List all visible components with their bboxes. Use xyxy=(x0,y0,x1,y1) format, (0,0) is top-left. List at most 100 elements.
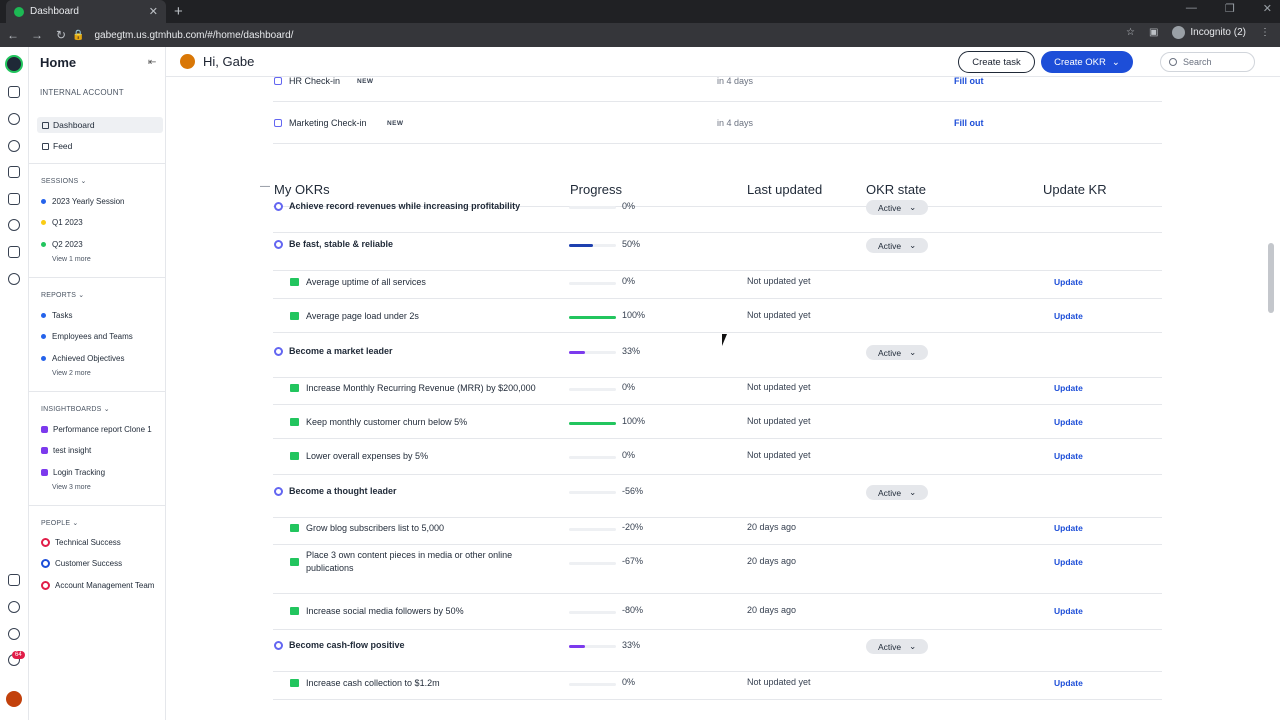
key-result-icon xyxy=(290,524,299,532)
key-result-title[interactable]: Lower overall expenses by 5% xyxy=(306,450,536,463)
sidebar-item-insightboard[interactable]: test insight xyxy=(41,446,91,455)
objective-title[interactable]: Achieve record revenues while increasing… xyxy=(289,201,520,211)
whiteboard-icon[interactable] xyxy=(8,193,20,205)
okr-state-dropdown[interactable]: Active ⌄ xyxy=(866,345,928,360)
checkin-title[interactable]: HR Check-in xyxy=(289,77,340,86)
last-updated: Not updated yet xyxy=(747,310,811,320)
progress-bar xyxy=(569,491,616,494)
user-avatar[interactable] xyxy=(6,691,22,707)
minimize-icon[interactable]: — xyxy=(1186,2,1197,15)
tasks-icon[interactable] xyxy=(8,166,20,178)
insightboards-view-more[interactable]: View 3 more xyxy=(52,484,91,491)
objective-title[interactable]: Be fast, stable & reliable xyxy=(289,239,393,249)
menu-kebab-icon[interactable]: ⋮ xyxy=(1260,27,1270,38)
sidebar-item-report[interactable]: Employees and Teams xyxy=(41,332,133,341)
update-kr-button[interactable]: Update xyxy=(1054,277,1083,287)
sidebar-item-insightboard[interactable]: Performance report Clone 1 xyxy=(41,425,152,434)
sidebar-item-session[interactable]: 2023 Yearly Session xyxy=(41,197,125,206)
collapse-okrs-icon[interactable]: — xyxy=(260,181,270,192)
insights-icon[interactable] xyxy=(8,246,20,258)
help-icon[interactable] xyxy=(8,628,20,640)
progress-bar xyxy=(569,562,616,565)
bookmark-star-icon[interactable]: ☆ xyxy=(1126,27,1135,38)
okr-state-dropdown[interactable]: Active ⌄ xyxy=(866,200,928,215)
people-icon[interactable] xyxy=(8,273,20,285)
url-field[interactable]: 🔒 gabegtm.us.gtmhub.com/#/home/dashboard… xyxy=(72,26,1152,44)
sessions-heading[interactable]: SESSIONS ⌄ xyxy=(41,177,87,185)
key-result-title[interactable]: Grow blog subscribers list to 5,000 xyxy=(306,522,536,535)
reports-heading[interactable]: REPORTS ⌄ xyxy=(41,291,84,299)
home-icon[interactable] xyxy=(8,86,20,98)
sidebar-item-session[interactable]: Q2 2023 xyxy=(41,240,83,249)
forward-icon[interactable]: → xyxy=(26,28,48,42)
divider xyxy=(29,277,166,278)
key-result-title[interactable]: Increase cash collection to $1.2m xyxy=(306,677,536,690)
okr-state-dropdown[interactable]: Active ⌄ xyxy=(866,238,928,253)
create-task-button[interactable]: Create task xyxy=(958,51,1035,73)
objective-title[interactable]: Become a market leader xyxy=(289,346,393,356)
objective-title[interactable]: Become cash-flow positive xyxy=(289,640,405,650)
update-kr-button[interactable]: Update xyxy=(1054,678,1083,688)
key-result-title[interactable]: Increase social media followers by 50% xyxy=(306,605,536,618)
settings-icon[interactable] xyxy=(8,601,20,613)
goals-icon[interactable] xyxy=(8,113,20,125)
objective-icon xyxy=(274,202,283,211)
checkin-icon xyxy=(274,77,282,85)
back-icon[interactable]: ← xyxy=(2,28,24,42)
apps-icon[interactable] xyxy=(8,574,20,586)
key-result-title[interactable]: Increase Monthly Recurring Revenue (MRR)… xyxy=(306,382,536,395)
side-panel-icon[interactable]: ▣ xyxy=(1149,27,1158,38)
close-window-icon[interactable]: ✕ xyxy=(1263,2,1272,15)
objective-title[interactable]: Become a thought leader xyxy=(289,486,397,496)
page-scrollbar[interactable] xyxy=(1268,243,1274,313)
okr-state-dropdown[interactable]: Active ⌄ xyxy=(866,639,928,654)
update-kr-button[interactable]: Update xyxy=(1054,383,1083,393)
key-result-title[interactable]: Keep monthly customer churn below 5% xyxy=(306,416,536,429)
okr-state-dropdown[interactable]: Active ⌄ xyxy=(866,485,928,500)
insightboards-heading[interactable]: INSIGHTBOARDS ⌄ xyxy=(41,405,110,413)
objective-progress: 50% xyxy=(622,239,641,249)
close-tab-icon[interactable]: ✕ xyxy=(149,5,158,18)
collapse-sidebar-icon[interactable]: ⇤ xyxy=(148,57,156,68)
app-logo[interactable] xyxy=(5,55,23,73)
incognito-icon xyxy=(1172,26,1186,39)
create-okr-button[interactable]: Create OKR ⌄ xyxy=(1041,51,1133,73)
update-kr-button[interactable]: Update xyxy=(1054,523,1083,533)
update-kr-button[interactable]: Update xyxy=(1054,311,1083,321)
reload-icon[interactable]: ↻ xyxy=(50,28,72,42)
sidebar-item-team[interactable]: Technical Success xyxy=(41,538,121,547)
people-heading[interactable]: PEOPLE ⌄ xyxy=(41,519,78,527)
sidebar-item-team[interactable]: Account Management Team xyxy=(41,581,154,590)
sidebar-item-team[interactable]: Customer Success xyxy=(41,559,122,568)
sidebar-item-insightboard[interactable]: Login Tracking xyxy=(41,468,105,477)
new-tab-icon[interactable]: + xyxy=(174,3,183,20)
fill-out-link[interactable]: Fill out xyxy=(954,118,984,128)
incognito-profile[interactable]: Incognito (2) xyxy=(1172,26,1246,39)
sessions-view-more[interactable]: View 1 more xyxy=(52,256,91,263)
restore-icon[interactable]: ❐ xyxy=(1225,2,1235,15)
update-kr-button[interactable]: Update xyxy=(1054,606,1083,616)
sidebar-item-report[interactable]: Achieved Objectives xyxy=(41,354,124,363)
key-result-title[interactable]: Place 3 own content pieces in media or o… xyxy=(306,549,536,575)
search-input[interactable]: Search xyxy=(1160,52,1255,72)
checkin-title[interactable]: Marketing Check-in xyxy=(289,118,367,128)
sidebar-item-feed[interactable]: Feed xyxy=(37,138,163,154)
browser-tab[interactable]: Dashboard ✕ xyxy=(6,0,166,23)
key-result-title[interactable]: Average page load under 2s xyxy=(306,310,536,323)
kpi-icon[interactable] xyxy=(8,140,20,152)
sidebar-item-report[interactable]: Tasks xyxy=(41,311,72,320)
sidebar-item-dashboard[interactable]: Dashboard xyxy=(37,117,163,133)
chevron-down-icon: ⌄ xyxy=(909,347,917,357)
key-result-progress: -20% xyxy=(622,522,644,532)
progress-bar xyxy=(569,316,616,319)
fill-out-link[interactable]: Fill out xyxy=(954,77,984,86)
update-kr-button[interactable]: Update xyxy=(1054,417,1083,427)
update-kr-button[interactable]: Update xyxy=(1054,451,1083,461)
key-result-title[interactable]: Average uptime of all services xyxy=(306,276,536,289)
update-kr-button[interactable]: Update xyxy=(1054,557,1083,567)
sidebar-item-session[interactable]: Q1 2023 xyxy=(41,218,83,227)
sessions-icon[interactable] xyxy=(8,219,20,231)
reports-view-more[interactable]: View 2 more xyxy=(52,370,91,377)
progress-bar xyxy=(569,422,616,425)
progress-bar-fill xyxy=(569,244,593,247)
